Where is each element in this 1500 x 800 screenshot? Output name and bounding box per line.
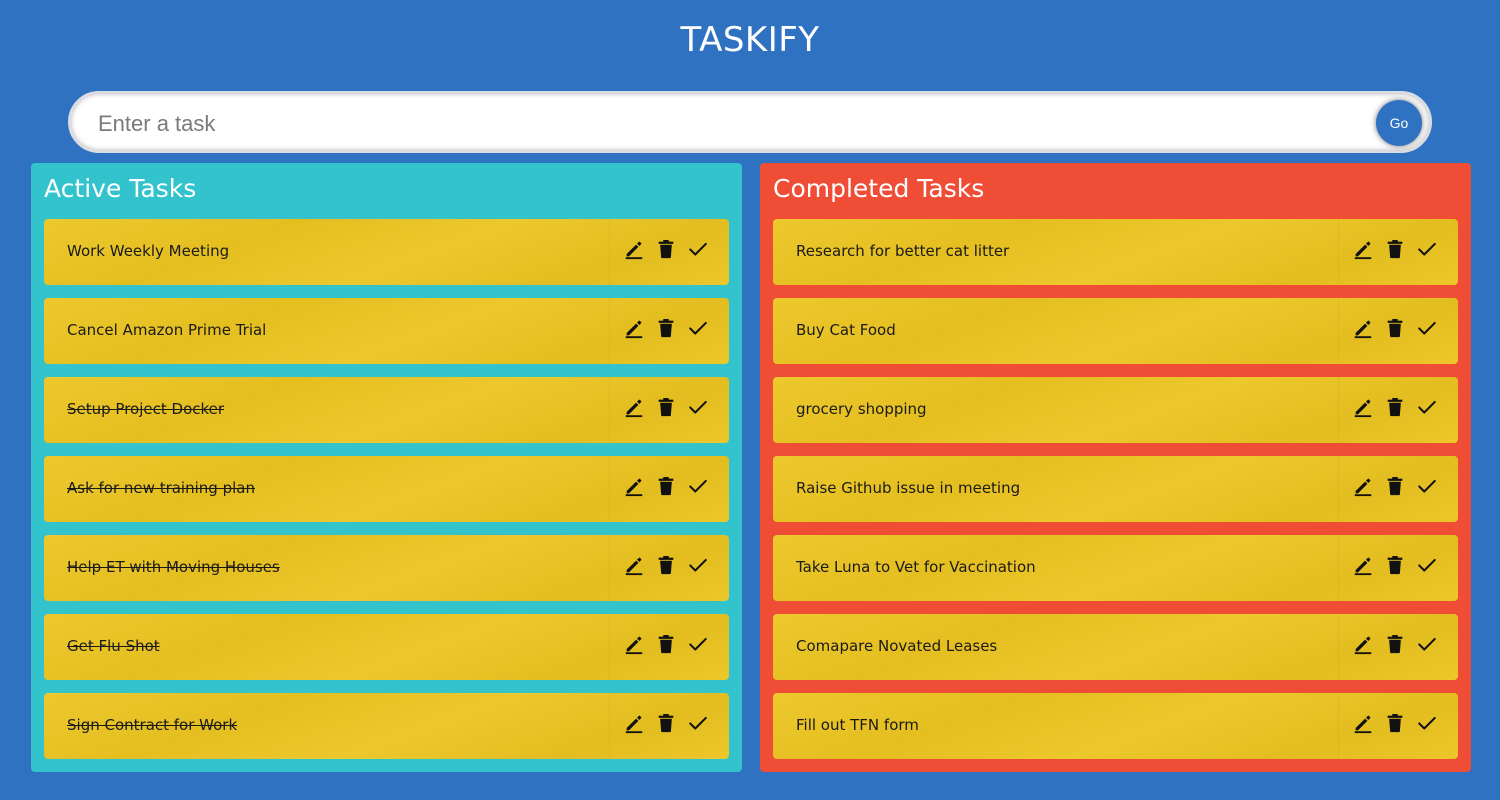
done-icon[interactable]	[687, 396, 709, 418]
task-text: Ask for new training plan	[67, 479, 255, 497]
task-card: Research for better cat litter	[773, 219, 1458, 285]
delete-icon[interactable]	[655, 554, 677, 576]
delete-icon[interactable]	[1384, 475, 1406, 497]
edit-icon[interactable]	[1352, 712, 1374, 734]
task-text: Setup Project Docker	[67, 400, 225, 418]
task-card: Sign Contract for Work	[44, 693, 729, 759]
task-text: Work Weekly Meeting	[67, 242, 230, 260]
done-icon[interactable]	[1416, 712, 1438, 734]
task-text: Buy Cat Food	[796, 321, 896, 339]
task-card: Help ET with Moving Houses	[44, 535, 729, 601]
active-tasks-panel: Active Tasks Work Weekly Meeting Cancel A…	[31, 163, 742, 772]
done-icon[interactable]	[1416, 633, 1438, 655]
completed-tasks-heading: Completed Tasks	[773, 174, 985, 203]
task-actions	[613, 554, 709, 576]
delete-icon[interactable]	[655, 633, 677, 655]
task-text: Sign Contract for Work	[67, 716, 238, 734]
delete-icon[interactable]	[655, 475, 677, 497]
done-icon[interactable]	[687, 554, 709, 576]
done-icon[interactable]	[687, 317, 709, 339]
task-actions	[613, 238, 709, 260]
task-card: Take Luna to Vet for Vaccination	[773, 535, 1458, 601]
task-actions	[1342, 238, 1438, 260]
task-actions	[1342, 317, 1438, 339]
edit-icon[interactable]	[623, 475, 645, 497]
edit-icon[interactable]	[1352, 396, 1374, 418]
delete-icon[interactable]	[1384, 633, 1406, 655]
task-actions	[613, 712, 709, 734]
task-text: grocery shopping	[796, 400, 927, 418]
delete-icon[interactable]	[655, 238, 677, 260]
edit-icon[interactable]	[623, 554, 645, 576]
delete-icon[interactable]	[1384, 554, 1406, 576]
task-text: Fill out TFN form	[796, 716, 919, 734]
edit-icon[interactable]	[623, 238, 645, 260]
task-actions	[613, 633, 709, 655]
task-card: Fill out TFN form	[773, 693, 1458, 759]
done-icon[interactable]	[687, 475, 709, 497]
active-task-list: Work Weekly Meeting Cancel Amazon Prime T…	[44, 219, 729, 772]
delete-icon[interactable]	[1384, 317, 1406, 339]
task-card: Ask for new training plan	[44, 456, 729, 522]
task-card: Raise Github issue in meeting	[773, 456, 1458, 522]
task-text: Comapare Novated Leases	[796, 637, 998, 655]
task-card: grocery shopping	[773, 377, 1458, 443]
completed-tasks-panel: Completed Tasks Research for better cat …	[760, 163, 1471, 772]
completed-task-list: Research for better cat litter Buy Cat Fo…	[773, 219, 1458, 772]
delete-icon[interactable]	[1384, 396, 1406, 418]
task-card: Buy Cat Food	[773, 298, 1458, 364]
edit-icon[interactable]	[1352, 633, 1374, 655]
task-actions	[1342, 633, 1438, 655]
task-text: Cancel Amazon Prime Trial	[67, 321, 267, 339]
edit-icon[interactable]	[1352, 554, 1374, 576]
task-text: Take Luna to Vet for Vaccination	[796, 558, 1036, 576]
edit-icon[interactable]	[1352, 317, 1374, 339]
task-card: Comapare Novated Leases	[773, 614, 1458, 680]
task-actions	[613, 317, 709, 339]
task-card: Work Weekly Meeting	[44, 219, 729, 285]
done-icon[interactable]	[1416, 238, 1438, 260]
edit-icon[interactable]	[623, 317, 645, 339]
task-text: Research for better cat litter	[796, 242, 1010, 260]
delete-icon[interactable]	[655, 712, 677, 734]
delete-icon[interactable]	[1384, 712, 1406, 734]
edit-icon[interactable]	[623, 633, 645, 655]
task-actions	[1342, 396, 1438, 418]
task-card: Get Flu Shot	[44, 614, 729, 680]
edit-icon[interactable]	[623, 396, 645, 418]
task-actions	[1342, 554, 1438, 576]
done-icon[interactable]	[687, 712, 709, 734]
delete-icon[interactable]	[1384, 238, 1406, 260]
go-button[interactable]: Go	[1376, 100, 1422, 146]
edit-icon[interactable]	[623, 712, 645, 734]
task-actions	[613, 475, 709, 497]
active-tasks-heading: Active Tasks	[44, 174, 197, 203]
task-actions	[1342, 712, 1438, 734]
task-actions	[1342, 475, 1438, 497]
task-text: Raise Github issue in meeting	[796, 479, 1021, 497]
done-icon[interactable]	[687, 238, 709, 260]
done-icon[interactable]	[1416, 475, 1438, 497]
app-title: TASKIFY	[680, 20, 820, 60]
task-text: Get Flu Shot	[67, 637, 160, 655]
edit-icon[interactable]	[1352, 238, 1374, 260]
done-icon[interactable]	[687, 633, 709, 655]
task-card: Setup Project Docker	[44, 377, 729, 443]
task-form: Go	[68, 91, 1432, 153]
done-icon[interactable]	[1416, 317, 1438, 339]
task-actions	[613, 396, 709, 418]
task-input[interactable]	[96, 103, 1350, 145]
task-card: Cancel Amazon Prime Trial	[44, 298, 729, 364]
done-icon[interactable]	[1416, 396, 1438, 418]
edit-icon[interactable]	[1352, 475, 1374, 497]
delete-icon[interactable]	[655, 396, 677, 418]
delete-icon[interactable]	[655, 317, 677, 339]
done-icon[interactable]	[1416, 554, 1438, 576]
task-text: Help ET with Moving Houses	[67, 558, 280, 576]
